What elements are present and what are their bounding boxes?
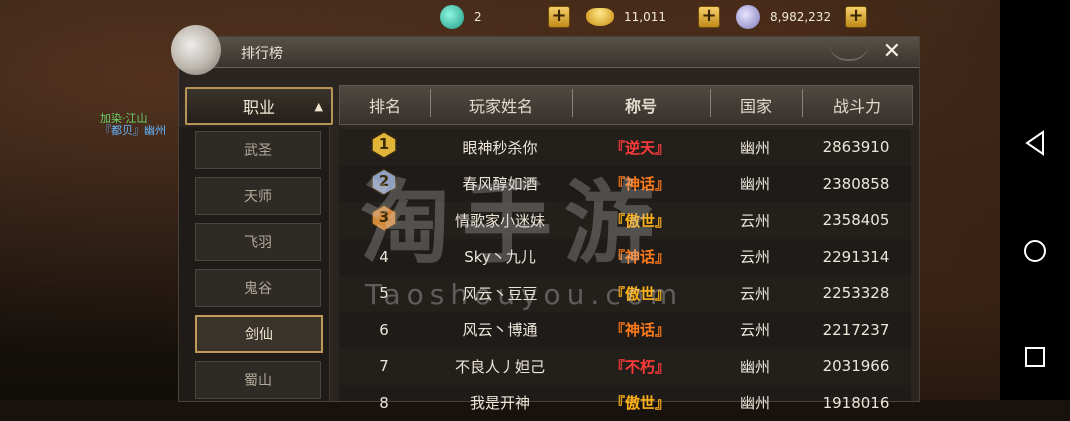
- class-item-feiyu[interactable]: 飞羽: [195, 223, 321, 261]
- back-button[interactable]: [1000, 130, 1070, 156]
- column-header-title[interactable]: 称号: [572, 93, 710, 117]
- region-cell: 幽州: [709, 356, 801, 377]
- watermark-url: Taoshouyou.com: [365, 278, 683, 311]
- panel-title: 排行榜: [241, 43, 283, 63]
- region-cell: 云州: [709, 210, 801, 231]
- add-jade-button[interactable]: +: [548, 6, 570, 28]
- table-row[interactable]: 7不良人丿妲己『不朽』幽州2031966: [339, 348, 911, 385]
- scene-chat-text-2: 『都贝』幽州: [100, 122, 166, 138]
- class-list: 武圣 天师 飞羽 鬼谷 剑仙 蜀山: [195, 131, 321, 407]
- power-cell: 2358405: [801, 211, 911, 229]
- player-title-cell: 『神话』: [571, 319, 709, 340]
- add-gold-button[interactable]: +: [698, 6, 720, 28]
- currency-jade: 2 +: [440, 5, 570, 29]
- power-cell: 2217237: [801, 321, 911, 339]
- region-cell: 幽州: [709, 173, 801, 194]
- add-silver-button[interactable]: +: [845, 6, 867, 28]
- player-name-cell: 风云丶博通: [429, 319, 571, 340]
- player-title-cell: 『傲世』: [571, 392, 709, 413]
- currency-gold: 11,011 +: [586, 6, 720, 28]
- gold-ingot-icon: [586, 8, 614, 26]
- class-item-tianshi[interactable]: 天师: [195, 177, 321, 215]
- scene-chat-text: 加染·江山: [100, 110, 180, 120]
- column-header-rank[interactable]: 排名: [340, 93, 430, 117]
- rank-cell: 7: [339, 357, 429, 375]
- class-filter-label: 职业: [243, 94, 275, 118]
- power-cell: 2380858: [801, 175, 911, 193]
- jade-amount: 2: [474, 10, 534, 24]
- rank-cell: 6: [339, 321, 429, 339]
- panel-titlebar: 排行榜 ✕: [179, 37, 919, 68]
- region-cell: 云州: [709, 246, 801, 267]
- region-cell: 幽州: [709, 137, 801, 158]
- back-triangle-icon: [1023, 130, 1047, 156]
- power-cell: 1918016: [801, 394, 911, 412]
- region-cell: 云州: [709, 283, 801, 304]
- power-cell: 2291314: [801, 248, 911, 266]
- power-cell: 2031966: [801, 357, 911, 375]
- recents-square-icon: [1023, 345, 1047, 369]
- system-nav-bar: [1000, 0, 1070, 400]
- jade-icon: [440, 5, 464, 29]
- region-cell: 云州: [709, 319, 801, 340]
- triangle-up-icon: ▲: [315, 100, 323, 113]
- class-item-jianxian[interactable]: 剑仙: [195, 315, 323, 353]
- power-cell: 2863910: [801, 138, 911, 156]
- recents-button[interactable]: [1000, 345, 1070, 369]
- ranking-table-header: 排名 玩家姓名 称号 国家 战斗力: [339, 85, 913, 125]
- silver-amount: 8,982,232: [770, 10, 831, 24]
- silver-coin-icon: [736, 5, 760, 29]
- table-row[interactable]: 6风云丶博通『神话』云州2217237: [339, 312, 911, 349]
- player-title-cell: 『不朽』: [571, 356, 709, 377]
- class-item-guigu[interactable]: 鬼谷: [195, 269, 321, 307]
- home-circle-icon: [1022, 238, 1048, 264]
- class-filter-dropdown[interactable]: 职业 ▲: [185, 87, 333, 125]
- watermark-text: 淘手游: [360, 150, 666, 280]
- power-cell: 2253328: [801, 284, 911, 302]
- class-item-wusheng[interactable]: 武圣: [195, 131, 321, 169]
- gold-amount: 11,011: [624, 10, 684, 24]
- home-button[interactable]: [1000, 238, 1070, 264]
- rank-cell: 8: [339, 394, 429, 412]
- player-name-cell: 不良人丿妲己: [429, 356, 571, 377]
- panel-orb-icon: [171, 25, 221, 75]
- currency-bar: 2 + 11,011 + 8,982,232 +: [440, 0, 883, 34]
- class-item-shushan[interactable]: 蜀山: [195, 361, 321, 399]
- table-row[interactable]: 8我是开神『傲世』幽州1918016: [339, 385, 911, 421]
- currency-silver: 8,982,232 +: [736, 5, 867, 29]
- titlebar-ornament: [829, 43, 869, 61]
- column-header-power[interactable]: 战斗力: [802, 93, 912, 117]
- close-button[interactable]: ✕: [883, 39, 901, 64]
- column-header-region[interactable]: 国家: [710, 93, 802, 117]
- player-name-cell: 我是开神: [429, 392, 571, 413]
- column-header-name[interactable]: 玩家姓名: [430, 93, 572, 117]
- region-cell: 幽州: [709, 392, 801, 413]
